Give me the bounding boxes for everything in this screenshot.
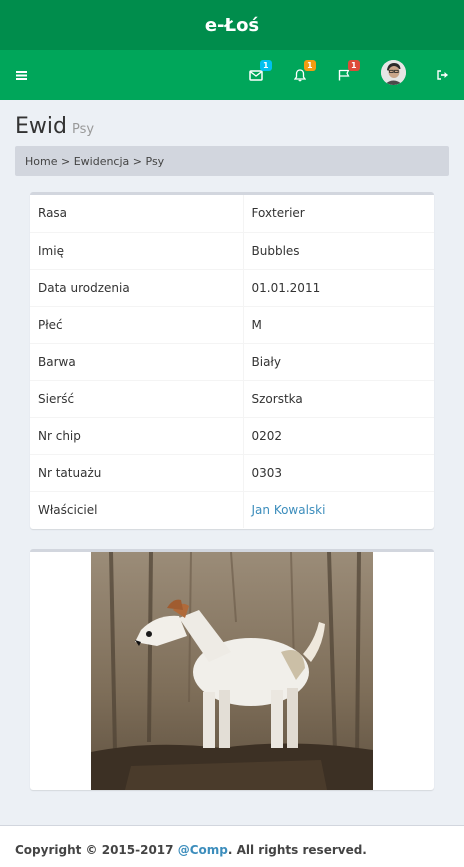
detail-label: Data urodzenia: [30, 269, 244, 307]
table-row: Właściciel Jan Kowalski: [30, 491, 434, 528]
table-row: Nr chip 0202: [30, 417, 434, 455]
breadcrumb-separator: >: [57, 154, 74, 168]
detail-value: M: [243, 306, 434, 344]
detail-value: Bubbles: [243, 232, 434, 270]
rights-text: . All rights reserved.: [227, 843, 367, 857]
detail-value: Biały: [243, 343, 434, 381]
table-row: Barwa Biały: [30, 343, 434, 381]
bell-icon: [294, 68, 306, 81]
notifications-count-badge: 1: [304, 60, 316, 71]
table-row: Płeć M: [30, 306, 434, 344]
envelope-icon: [249, 69, 263, 81]
breadcrumb-separator: >: [129, 154, 146, 168]
dog-photo: [91, 552, 373, 790]
detail-value: Jan Kowalski: [243, 491, 434, 528]
avatar-image: [381, 60, 406, 85]
table-row: Rasa Foxterier: [30, 195, 434, 233]
flag-icon: [338, 69, 350, 81]
breadcrumb-current: Psy: [145, 154, 165, 168]
detail-label: Nr tatuażu: [30, 454, 244, 492]
footer: Copyright © 2015-2017 @Comp. All rights …: [0, 825, 464, 867]
page-title-text: Ewid: [15, 114, 67, 139]
detail-label: Rasa: [30, 195, 244, 233]
bars-icon: [15, 70, 27, 80]
detail-label: Sierść: [30, 380, 244, 418]
logout-button[interactable]: [425, 50, 461, 100]
breadcrumb-home[interactable]: Home: [25, 155, 57, 168]
breadcrumb: Home > Ewidencja > Psy: [15, 146, 449, 176]
dog-photo-box: [30, 549, 434, 790]
detail-value: Foxterier: [243, 195, 434, 233]
breadcrumb-ewidencja[interactable]: Ewidencja: [74, 155, 130, 168]
sidebar-toggle-button[interactable]: [3, 50, 39, 100]
detail-value: 01.01.2011: [243, 269, 434, 307]
table-row: Nr tatuażu 0303: [30, 454, 434, 492]
detail-label: Nr chip: [30, 417, 244, 455]
page-title: Ewid Psy: [15, 114, 94, 139]
detail-label: Barwa: [30, 343, 244, 381]
app-title[interactable]: e-Łoś: [205, 15, 259, 36]
detail-label: Imię: [30, 232, 244, 270]
user-avatar[interactable]: [381, 60, 406, 85]
detail-value: 0202: [243, 417, 434, 455]
company-link[interactable]: @Comp: [178, 843, 228, 857]
dog-details-table: Rasa Foxterier Imię Bubbles Data urodzenia…: [30, 195, 434, 528]
app-logo[interactable]: e-Łoś: [0, 0, 464, 50]
tasks-count-badge: 1: [348, 60, 360, 71]
tasks-button[interactable]: 1: [326, 50, 362, 100]
detail-value: 0303: [243, 454, 434, 492]
messages-count-badge: 1: [260, 60, 272, 71]
sign-out-icon: [437, 70, 448, 80]
table-row: Imię Bubbles: [30, 232, 434, 270]
page-subtitle: Psy: [71, 122, 95, 137]
owner-link[interactable]: Jan Kowalski: [252, 503, 326, 517]
notifications-button[interactable]: 1: [282, 50, 318, 100]
detail-value: Szorstka: [243, 380, 434, 418]
detail-label: Płeć: [30, 306, 244, 344]
dog-photo-image: [91, 552, 373, 790]
table-row: Sierść Szorstka: [30, 380, 434, 418]
detail-label: Właściciel: [30, 491, 244, 528]
copyright-text: Copyright © 2015-2017: [15, 843, 178, 857]
dog-details-box: Rasa Foxterier Imię Bubbles Data urodzenia…: [30, 192, 434, 529]
table-row: Data urodzenia 01.01.2011: [30, 269, 434, 307]
messages-button[interactable]: 1: [238, 50, 274, 100]
